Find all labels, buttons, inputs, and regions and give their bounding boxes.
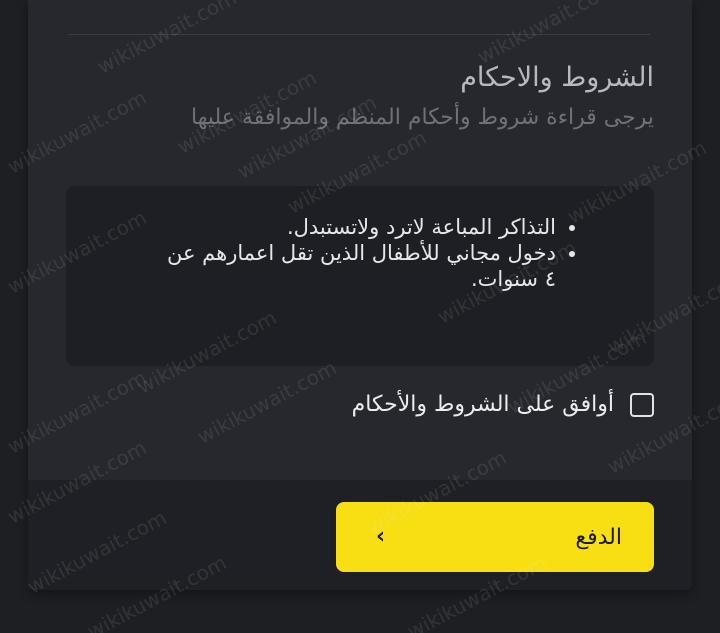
terms-item: دخول مجاني للأطفال الذين تقل اعمارهم عن … <box>156 240 556 292</box>
agree-label[interactable]: أوافق على الشروط والأحكام <box>352 392 614 417</box>
terms-box: التذاكر المباعة لاترد ولاتستبدل. دخول مج… <box>66 186 654 366</box>
chevron-left-icon: ‹ <box>376 524 386 549</box>
terms-item: التذاكر المباعة لاترد ولاتستبدل. <box>156 214 556 240</box>
terms-subtitle: يرجى قراءة شروط وأحكام المنظم والموافقة … <box>191 105 654 130</box>
terms-card: الشروط والاحكام يرجى قراءة شروط وأحكام ا… <box>28 0 692 590</box>
page: الشروط والاحكام يرجى قراءة شروط وأحكام ا… <box>0 0 720 633</box>
pay-button-label: الدفع <box>575 524 622 550</box>
terms-list: التذاكر المباعة لاترد ولاتستبدل. دخول مج… <box>156 214 578 292</box>
agree-checkbox[interactable] <box>630 392 654 417</box>
pay-button[interactable]: ‹ الدفع <box>336 502 654 572</box>
top-divider <box>68 34 650 35</box>
terms-title: الشروط والاحكام <box>460 62 654 93</box>
agree-row[interactable]: أوافق على الشروط والأحكام <box>352 392 654 417</box>
checkout-footer: ‹ الدفع <box>28 480 692 590</box>
